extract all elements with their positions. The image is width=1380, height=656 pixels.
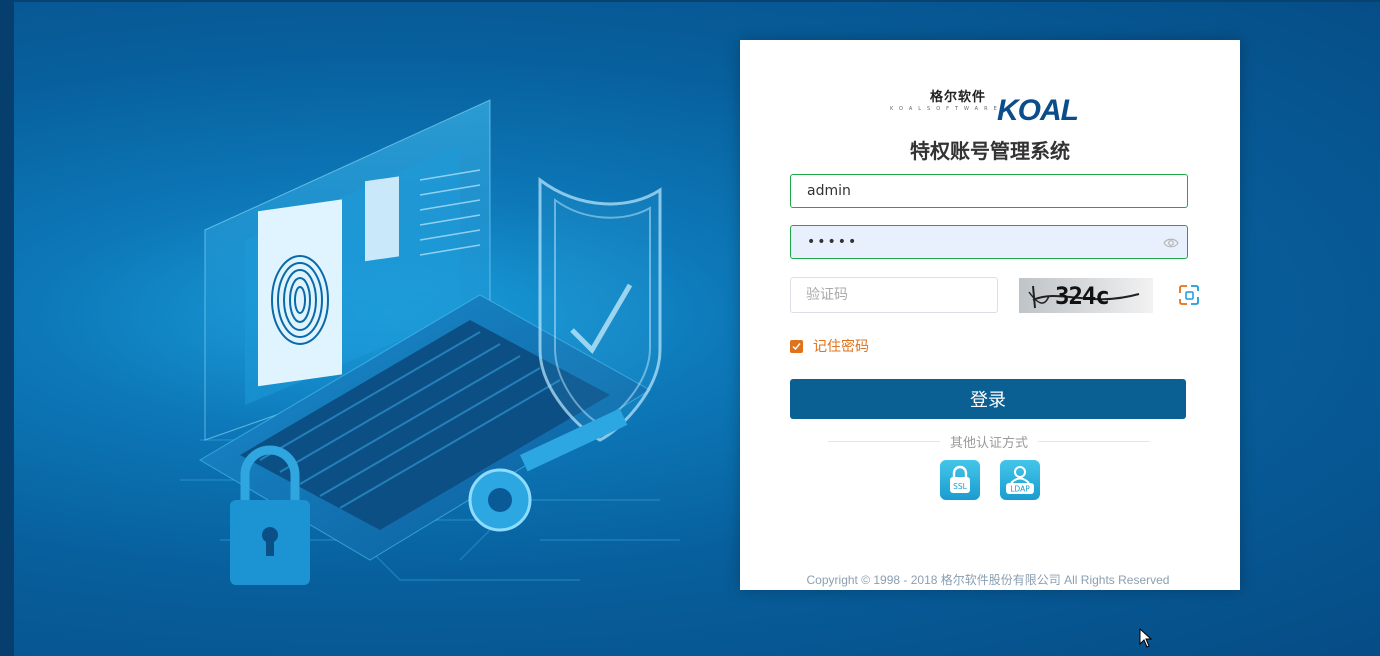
copyright-text: Copyright © 1998 - 2018 格尔软件股份有限公司 All R… [806,573,1170,587]
koal-logo: 格尔软件 KOALSOFTWARE KOAL [885,86,1105,128]
divider-line-right [1038,440,1151,442]
ldap-auth-button[interactable]: LDAP [1000,460,1040,500]
captcha-field-wrap [790,277,998,313]
other-auth-divider: 其他认证方式 [828,432,1151,451]
captcha-text: 324c [1055,282,1110,310]
remember-password[interactable]: 记住密码 [790,338,869,355]
logo-small-text: KOALSOFTWARE [890,106,1003,112]
login-panel: 格尔软件 KOALSOFTWARE KOAL 特权账号管理系统 324c [740,40,1240,590]
ldap-user-icon: LDAP [1006,466,1034,494]
mouse-cursor-icon [1139,628,1153,648]
divider-line-left [828,440,940,442]
remember-label: 记住密码 [813,339,869,355]
ssl-lock-icon: SSL [950,465,970,493]
captcha-input[interactable] [791,278,986,312]
remember-checkbox[interactable] [790,339,803,353]
logo-cn-text: 格尔软件 [930,90,987,105]
eye-icon[interactable] [1163,235,1179,251]
login-button[interactable]: 登录 [790,379,1186,419]
logo-brand-text: KOAL [997,94,1079,127]
check-icon [792,342,801,350]
system-title: 特权账号管理系统 [910,139,1070,163]
username-input[interactable] [791,175,1167,207]
left-border [0,0,14,656]
username-field-wrap [790,174,1188,208]
other-auth-label: 其他认证方式 [950,435,1029,451]
top-border [0,0,1380,2]
ssl-label: SSL [953,482,968,491]
login-page: 格尔软件 KOALSOFTWARE KOAL 特权账号管理系统 324c [0,0,1380,656]
captcha-image[interactable]: 324c [1019,278,1153,313]
ssl-auth-button[interactable]: SSL [940,460,980,500]
security-laptop-illustration [180,99,680,585]
password-input[interactable] [791,226,1167,258]
password-field-wrap [790,225,1188,259]
refresh-captcha-icon[interactable] [1178,284,1200,306]
ldap-label: LDAP [1010,485,1030,494]
